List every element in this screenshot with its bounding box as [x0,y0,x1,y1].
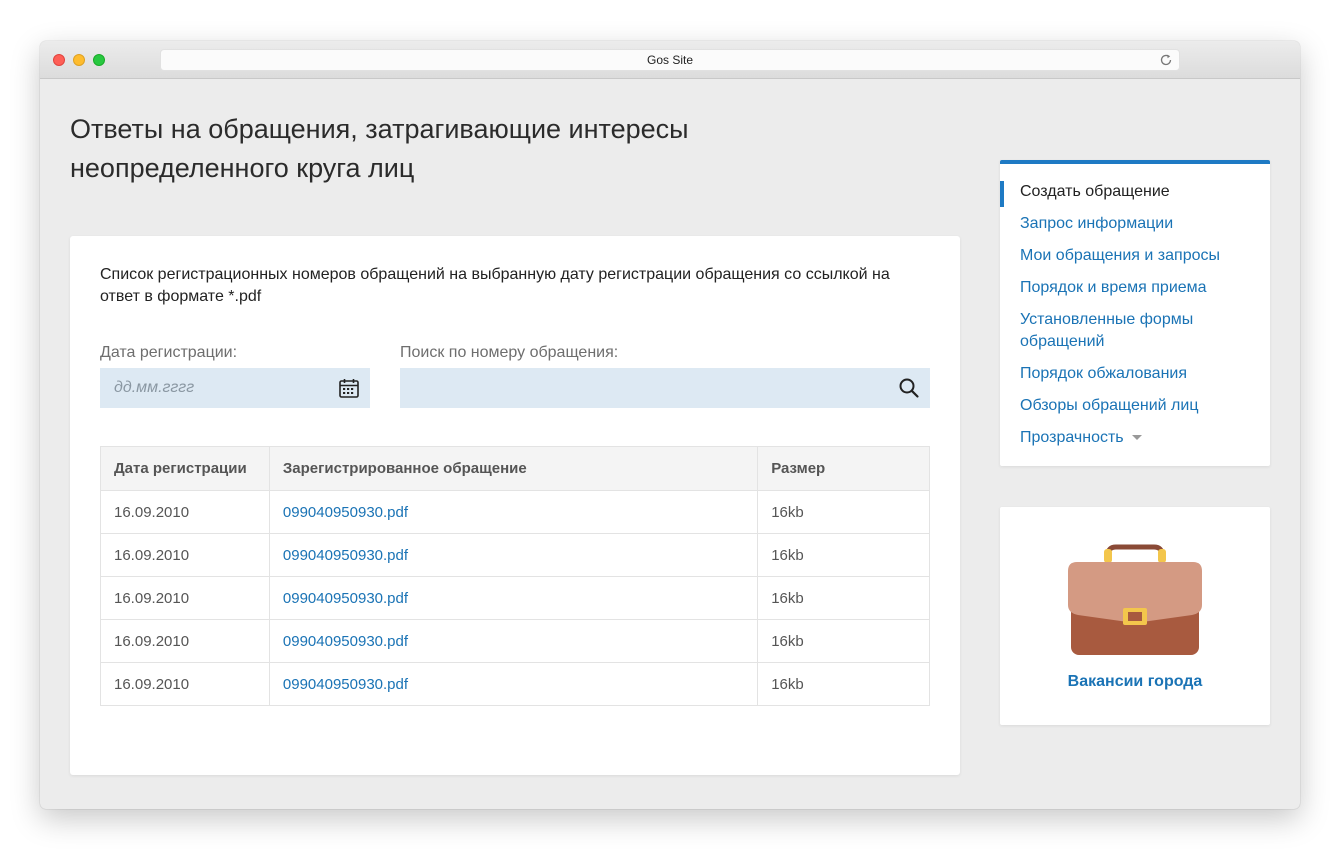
column-header-file: Зарегистрированное обращение [268,446,759,491]
active-item-indicator [1000,181,1004,207]
address-bar[interactable]: Gos Site [160,49,1180,71]
sidebar-item-info-request[interactable]: Запрос информации [1020,213,1250,235]
row-date: 16.09.2010 [100,490,270,534]
sidebar-item-appeal-forms[interactable]: Установленные формы обращений [1020,309,1250,353]
search-input[interactable] [400,368,930,408]
row-size: 16kb [757,490,930,534]
row-file-link[interactable]: 099040950930.pdf [268,662,759,706]
browser-titlebar: Gos Site [40,41,1300,79]
column-header-size: Размер [757,446,930,491]
row-date: 16.09.2010 [100,619,270,663]
sidebar-item-label: Прозрачность [1020,429,1124,446]
row-file-link[interactable]: 099040950930.pdf [268,490,759,534]
reload-icon[interactable] [1159,53,1173,67]
sidebar-nav: Создать обращение Запрос информации Мои … [1000,160,1270,466]
date-input[interactable]: дд.мм.гггг [100,368,370,408]
table-row: 16.09.2010 099040950930.pdf 16kb [100,490,930,534]
sidebar-item-my-appeals[interactable]: Мои обращения и запросы [1020,245,1250,267]
vacancies-link[interactable]: Вакансии города [1000,673,1270,691]
table-row: 16.09.2010 099040950930.pdf 16kb [100,533,930,577]
zoom-window-button[interactable] [93,54,105,66]
minimize-window-button[interactable] [73,54,85,66]
close-window-button[interactable] [53,54,65,66]
search-field-label: Поиск по номеру обращения: [400,344,619,361]
appeals-table: Дата регистрации Зарегистрированное обра… [100,446,930,706]
row-size: 16kb [757,662,930,706]
briefcase-icon [1068,544,1202,655]
column-header-date: Дата регистрации [100,446,270,491]
row-size: 16kb [757,576,930,620]
vacancies-promo-card[interactable]: Вакансии города [1000,507,1270,725]
date-field-label: Дата регистрации: [100,344,238,361]
sidebar-item-appeal-procedure[interactable]: Порядок обжалования [1020,363,1250,385]
row-date: 16.09.2010 [100,662,270,706]
address-text: Gos Site [646,53,694,67]
row-date: 16.09.2010 [100,576,270,620]
row-size: 16kb [757,533,930,577]
date-placeholder: дд.мм.гггг [114,379,195,396]
table-row: 16.09.2010 099040950930.pdf 16kb [100,576,930,620]
row-size: 16kb [757,619,930,663]
appeals-card: Список регистрационных номеров обращений… [70,236,960,775]
table-row: 16.09.2010 099040950930.pdf 16kb [100,619,930,663]
row-file-link[interactable]: 099040950930.pdf [268,619,759,663]
chevron-down-icon [1131,435,1142,441]
sidebar-item-transparency[interactable]: Прозрачность [1020,427,1250,449]
calendar-icon[interactable] [338,377,360,399]
card-description: Список регистрационных номеров обращений… [100,266,890,305]
page-content: Ответы на обращения, затрагивающие интер… [40,80,1300,809]
search-icon[interactable] [898,377,920,399]
sidebar-item-appeal-reviews[interactable]: Обзоры обращений лиц [1020,395,1250,417]
row-file-link[interactable]: 099040950930.pdf [268,533,759,577]
sidebar-item-reception-schedule[interactable]: Порядок и время приема [1020,277,1250,299]
row-file-link[interactable]: 099040950930.pdf [268,576,759,620]
table-header-row: Дата регистрации Зарегистрированное обра… [100,446,930,491]
table-row: 16.09.2010 099040950930.pdf 16kb [100,662,930,706]
page-title: Ответы на обращения, затрагивающие интер… [70,114,689,183]
sidebar-item-create-appeal[interactable]: Создать обращение [1020,181,1250,203]
browser-window: Gos Site Ответы на обращения, затрагиваю… [40,41,1300,809]
row-date: 16.09.2010 [100,533,270,577]
